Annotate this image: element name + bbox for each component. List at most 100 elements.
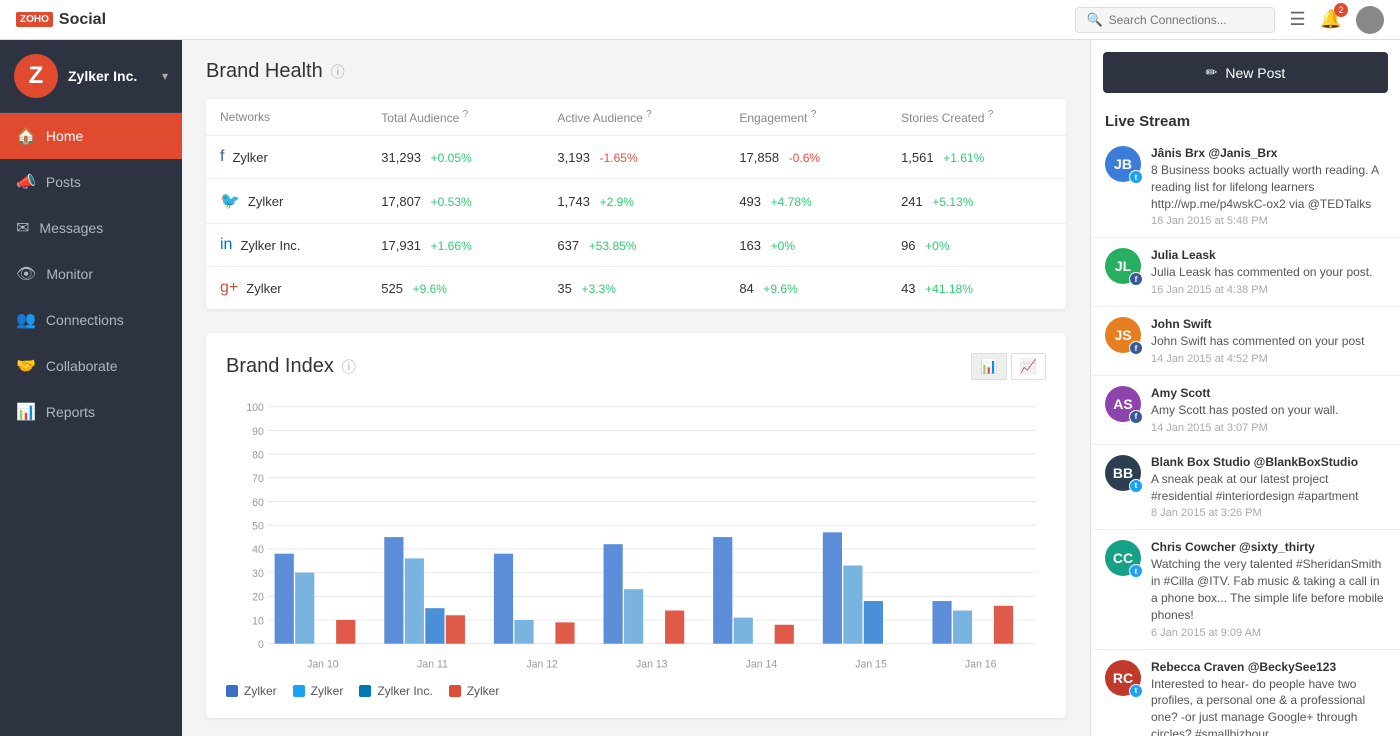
col-stories: Stories Created ? bbox=[887, 99, 1066, 136]
brand-health-info-icon[interactable]: ⓘ bbox=[331, 62, 345, 82]
search-connections-bar[interactable]: 🔍 bbox=[1075, 7, 1275, 33]
stream-text: A sneak peak at our latest project #resi… bbox=[1151, 471, 1386, 505]
sidebar-item-posts[interactable]: 📣 Posts bbox=[0, 159, 182, 205]
brand-index-label: Brand Index bbox=[226, 355, 334, 378]
sidebar-item-collaborate[interactable]: 🤝 Collaborate bbox=[0, 343, 182, 389]
legend-color-dot bbox=[293, 685, 305, 697]
legend-label: Zylker bbox=[467, 684, 500, 698]
new-post-button[interactable]: ✏ New Post bbox=[1103, 52, 1388, 93]
linkedin-icon: in bbox=[220, 236, 232, 254]
stories-value: 241 bbox=[901, 194, 923, 209]
list-item[interactable]: RC t Rebecca Craven @BeckySee123 Interes… bbox=[1091, 650, 1400, 736]
network-cell: g+ Zylker bbox=[206, 267, 367, 310]
sidebar-item-messages[interactable]: ✉ Messages bbox=[0, 205, 182, 251]
search-connections-input[interactable] bbox=[1109, 13, 1265, 27]
total-audience-value: 31,293 bbox=[381, 150, 421, 165]
brand-index-info-icon[interactable]: ⓘ bbox=[342, 357, 356, 377]
brand-health-title: Brand Health ⓘ bbox=[206, 60, 1066, 83]
engagement-change: +4.78% bbox=[771, 195, 812, 209]
svg-text:80: 80 bbox=[252, 449, 264, 461]
col-networks: Networks bbox=[206, 99, 367, 136]
legend-item: Zylker bbox=[226, 684, 277, 698]
svg-text:70: 70 bbox=[252, 473, 264, 485]
legend-item: Zylker bbox=[449, 684, 500, 698]
total-audience-cell: 17,931 +1.66% bbox=[367, 224, 543, 267]
list-item[interactable]: BB t Blank Box Studio @BlankBoxStudio A … bbox=[1091, 445, 1400, 531]
network-cell: in Zylker Inc. bbox=[206, 224, 367, 267]
active-audience-change: +53.85% bbox=[589, 239, 637, 253]
stream-time: 16 Jan 2015 at 5:48 PM bbox=[1151, 215, 1386, 227]
table-row: in Zylker Inc. 17,931 +1.66% 637 +53.85%… bbox=[206, 224, 1066, 267]
sidebar-brand[interactable]: Z Zylker Inc. ▾ bbox=[0, 40, 182, 113]
network-cell: f Zylker bbox=[206, 136, 367, 179]
total-audience-value: 525 bbox=[381, 281, 403, 296]
sidebar-item-connections[interactable]: 👥 Connections bbox=[0, 297, 182, 343]
list-item[interactable]: CC t Chris Cowcher @sixty_thirty Watchin… bbox=[1091, 530, 1400, 649]
network-badge: t bbox=[1129, 684, 1143, 698]
network-cell: 🐦 Zylker bbox=[206, 179, 367, 224]
notifications-icon[interactable]: 🔔 2 bbox=[1320, 9, 1342, 30]
network-badge: t bbox=[1129, 479, 1143, 493]
list-item[interactable]: JS f John Swift John Swift has commented… bbox=[1091, 307, 1400, 376]
brand-chevron-icon: ▾ bbox=[162, 69, 168, 83]
list-item[interactable]: JB t Jânis Brx @Janis_Brx 8 Business boo… bbox=[1091, 136, 1400, 238]
total-audience-value: 17,807 bbox=[381, 194, 421, 209]
list-item[interactable]: AS f Amy Scott Amy Scott has posted on y… bbox=[1091, 376, 1400, 445]
active-audience-cell: 3,193 -1.65% bbox=[543, 136, 725, 179]
col-engagement: Engagement ? bbox=[725, 99, 887, 136]
legend-label: Zylker Inc. bbox=[377, 684, 432, 698]
sidebar-item-monitor[interactable]: 👁 Monitor bbox=[0, 251, 182, 297]
notif-badge: 2 bbox=[1334, 3, 1348, 17]
posts-icon: 📣 bbox=[16, 172, 36, 192]
stream-text: Watching the very talented #SheridanSmit… bbox=[1151, 556, 1386, 623]
sidebar-label-reports: Reports bbox=[46, 404, 95, 420]
svg-text:40: 40 bbox=[252, 544, 264, 556]
googleplus-icon: g+ bbox=[220, 279, 238, 297]
svg-text:Jan 14: Jan 14 bbox=[746, 658, 778, 670]
line-chart-button[interactable]: 📈 bbox=[1011, 353, 1046, 380]
stream-name: Amy Scott bbox=[1151, 386, 1386, 400]
legend-label: Zylker bbox=[311, 684, 344, 698]
sidebar-item-reports[interactable]: 📊 Reports bbox=[0, 389, 182, 435]
total-audience-change: +0.05% bbox=[431, 151, 472, 165]
svg-text:Jan 10: Jan 10 bbox=[307, 658, 339, 670]
engagement-cell: 84 +9.6% bbox=[725, 267, 887, 310]
bar-chart-button[interactable]: 📊 bbox=[971, 353, 1006, 380]
sidebar: Z Zylker Inc. ▾ 🏠 Home 📣 Posts ✉ Message… bbox=[0, 40, 182, 736]
monitor-icon: 👁 bbox=[16, 264, 36, 284]
stream-text: John Swift has commented on your post bbox=[1151, 333, 1386, 350]
chart-area: 0102030405060708090100Jan 10Jan 11Jan 12… bbox=[226, 396, 1046, 676]
network-badge: f bbox=[1129, 272, 1143, 286]
stream-content: Rebecca Craven @BeckySee123 Interested t… bbox=[1151, 660, 1386, 736]
stories-change: +1.61% bbox=[943, 151, 984, 165]
user-avatar[interactable] bbox=[1356, 6, 1384, 34]
engagement-change: -0.6% bbox=[789, 151, 820, 165]
engagement-change: +0% bbox=[771, 239, 795, 253]
active-audience-cell: 1,743 +2.9% bbox=[543, 179, 725, 224]
engagement-value: 84 bbox=[739, 281, 753, 296]
twitter-icon: 🐦 bbox=[220, 191, 240, 211]
legend-label: Zylker bbox=[244, 684, 277, 698]
total-audience-cell: 31,293 +0.05% bbox=[367, 136, 543, 179]
brand-health-label: Brand Health bbox=[206, 60, 323, 83]
sidebar-label-collaborate: Collaborate bbox=[46, 358, 118, 374]
engagement-value: 17,858 bbox=[739, 150, 779, 165]
active-audience-value: 1,743 bbox=[557, 194, 590, 209]
avatar: JB t bbox=[1105, 146, 1141, 182]
stories-value: 43 bbox=[901, 281, 915, 296]
active-audience-value: 35 bbox=[557, 281, 571, 296]
svg-text:0: 0 bbox=[258, 639, 264, 651]
stream-time: 14 Jan 2015 at 4:52 PM bbox=[1151, 353, 1386, 365]
active-audience-change: +2.9% bbox=[600, 195, 634, 209]
svg-text:90: 90 bbox=[252, 426, 264, 438]
list-item[interactable]: JL f Julia Leask Julia Leask has comment… bbox=[1091, 238, 1400, 307]
avatar: CC t bbox=[1105, 540, 1141, 576]
brand-avatar: Z bbox=[14, 54, 58, 98]
svg-text:Jan 12: Jan 12 bbox=[526, 658, 558, 670]
stream-content: Chris Cowcher @sixty_thirty Watching the… bbox=[1151, 540, 1386, 638]
topbar-right: 🔍 ☰ 🔔 2 bbox=[1075, 6, 1384, 34]
svg-text:30: 30 bbox=[252, 568, 264, 580]
sidebar-item-home[interactable]: 🏠 Home bbox=[0, 113, 182, 159]
menu-icon[interactable]: ☰ bbox=[1289, 9, 1305, 30]
avatar: JS f bbox=[1105, 317, 1141, 353]
